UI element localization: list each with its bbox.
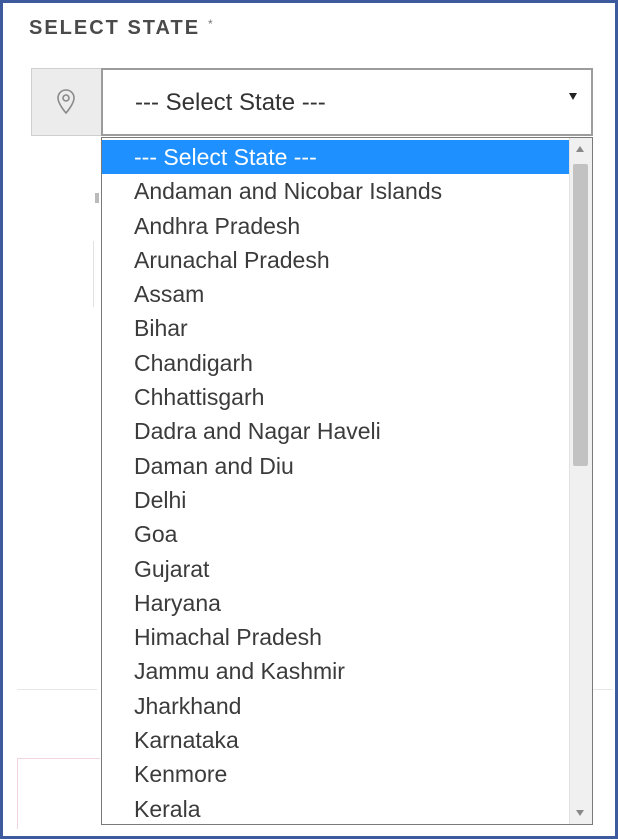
scroll-down-arrow-icon[interactable] bbox=[576, 810, 584, 816]
dropdown-option[interactable]: Karnataka bbox=[102, 723, 570, 757]
background-remnant bbox=[17, 689, 97, 690]
location-addon bbox=[31, 68, 101, 136]
scroll-thumb[interactable] bbox=[573, 164, 588, 466]
state-select[interactable]: --- Select State --- bbox=[101, 68, 593, 136]
dropdown-option[interactable]: Andaman and Nicobar Islands bbox=[102, 174, 570, 208]
dropdown-option[interactable]: Bihar bbox=[102, 311, 570, 345]
dropdown-option[interactable]: Daman and Diu bbox=[102, 449, 570, 483]
state-select-value: --- Select State --- bbox=[135, 89, 326, 116]
dropdown-option[interactable]: Gujarat bbox=[102, 552, 570, 586]
background-remnant bbox=[593, 689, 613, 690]
background-remnant bbox=[17, 758, 100, 829]
dropdown-option[interactable]: Jharkhand bbox=[102, 689, 570, 723]
scroll-up-arrow-icon[interactable] bbox=[576, 146, 584, 152]
option-list: --- Select State --- Andaman and Nicobar … bbox=[102, 140, 570, 824]
screenshot-frame: SELECT STATE * --- Select State --- --- … bbox=[0, 0, 618, 839]
dropdown-scrollbar[interactable] bbox=[569, 138, 592, 824]
dropdown-option[interactable]: Kerala bbox=[102, 792, 570, 824]
field-label: SELECT STATE bbox=[29, 17, 201, 39]
required-asterisk: * bbox=[208, 17, 213, 31]
dropdown-option[interactable]: Haryana bbox=[102, 586, 570, 620]
dropdown-option[interactable]: Jammu and Kashmir bbox=[102, 654, 570, 688]
background-remnant bbox=[95, 193, 99, 203]
dropdown-option[interactable]: Arunachal Pradesh bbox=[102, 243, 570, 277]
dropdown-option[interactable]: Goa bbox=[102, 517, 570, 551]
dropdown-option[interactable]: Andhra Pradesh bbox=[102, 209, 570, 243]
dropdown-option[interactable]: Assam bbox=[102, 277, 570, 311]
dropdown-option[interactable]: Chhattisgarh bbox=[102, 380, 570, 414]
dropdown-option[interactable]: Himachal Pradesh bbox=[102, 620, 570, 654]
dropdown-option[interactable]: --- Select State --- bbox=[102, 140, 570, 175]
dropdown-option[interactable]: Dadra and Nagar Haveli bbox=[102, 414, 570, 448]
dropdown-option[interactable]: Delhi bbox=[102, 483, 570, 517]
dropdown-option[interactable]: Chandigarh bbox=[102, 346, 570, 380]
caret-down-icon bbox=[569, 93, 577, 100]
map-pin-icon bbox=[57, 89, 75, 115]
dropdown-option[interactable]: Kenmore bbox=[102, 757, 570, 791]
state-dropdown-list[interactable]: --- Select State --- Andaman and Nicobar … bbox=[101, 137, 593, 825]
